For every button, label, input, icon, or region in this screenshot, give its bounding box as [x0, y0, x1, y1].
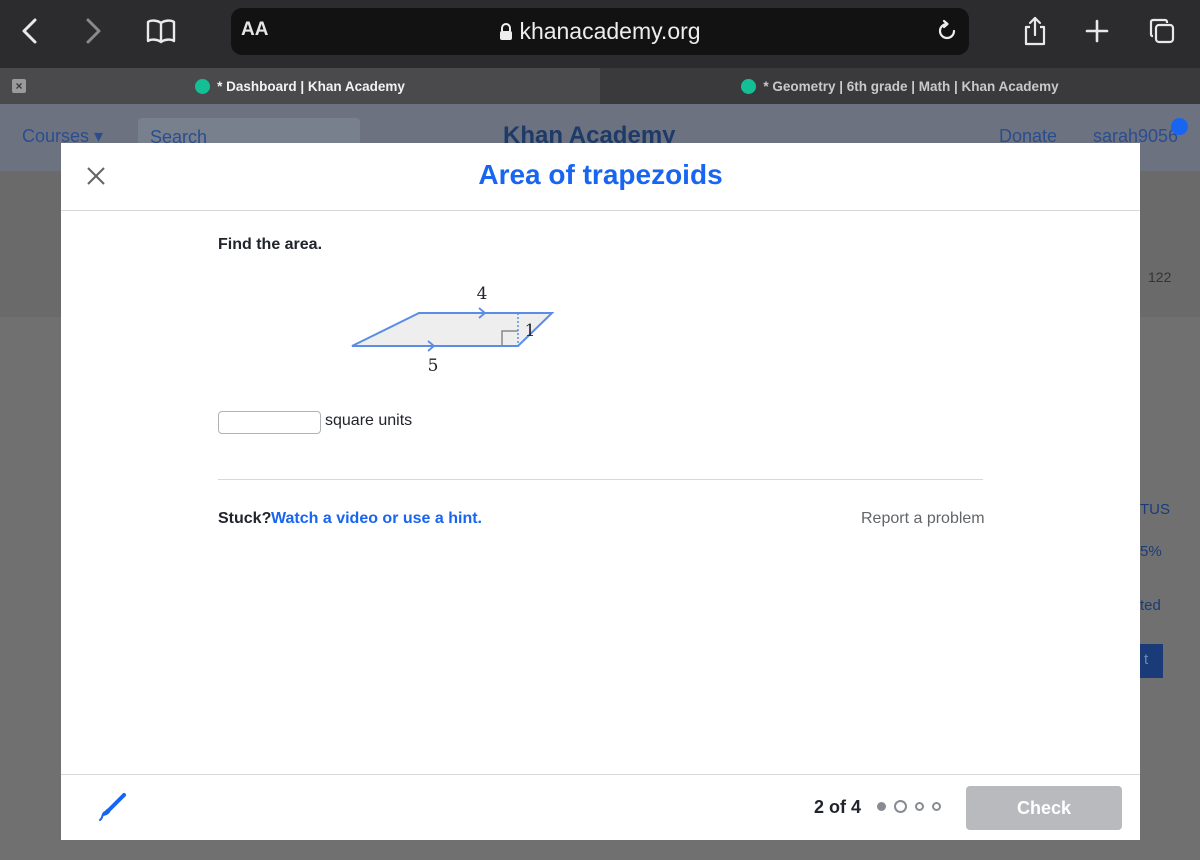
- tab-label: * Geometry | 6th grade | Math | Khan Aca…: [763, 78, 1059, 94]
- scratchpad-pencil-icon[interactable]: [97, 792, 127, 822]
- tab-label: * Dashboard | Khan Academy: [217, 78, 405, 94]
- modal-title: Area of trapezoids: [478, 159, 723, 190]
- units-label: square units: [325, 412, 413, 429]
- forward-icon[interactable]: [76, 14, 110, 48]
- stuck-label: Stuck?: [218, 510, 272, 527]
- progress-dot-3: [915, 802, 924, 811]
- progress-text: 2 of 4: [814, 797, 862, 817]
- back-icon[interactable]: [13, 14, 47, 48]
- tabs-overview-icon[interactable]: [1145, 14, 1179, 48]
- height-label: 1: [525, 321, 536, 341]
- side-fragment: TUS: [1140, 501, 1170, 518]
- browser-toolbar: AA khanacademy.org: [0, 0, 1200, 68]
- bookmarks-icon[interactable]: [144, 14, 178, 48]
- notification-dot: [1171, 118, 1188, 135]
- reload-icon[interactable]: [935, 19, 959, 43]
- side-button-fragment: t: [1140, 644, 1163, 678]
- points-count: 122: [1148, 269, 1172, 285]
- exercise-modal: Area of trapezoids Find the area. 4 5 1 …: [61, 143, 1140, 840]
- progress-dot-4: [932, 802, 941, 811]
- trapezoid-shape: [351, 312, 555, 347]
- new-tab-icon[interactable]: [1080, 14, 1114, 48]
- url-label: khanacademy.org: [519, 18, 701, 44]
- share-icon[interactable]: [1018, 14, 1052, 48]
- hint-link[interactable]: Watch a video or use a hint.: [271, 510, 482, 528]
- modal-footer: 2 of 4 Check: [61, 774, 1140, 840]
- tab-dashboard[interactable]: × * Dashboard | Khan Academy: [0, 68, 600, 104]
- divider: [218, 479, 983, 480]
- tab-bar: × * Dashboard | Khan Academy * Geometry …: [0, 68, 1200, 104]
- side-fragment: 5%: [1140, 543, 1162, 560]
- side-fragment: ted: [1140, 597, 1161, 614]
- trapezoid-figure: 4 5 1: [351, 284, 555, 376]
- tab-close-icon[interactable]: ×: [12, 79, 26, 93]
- address-bar[interactable]: AA khanacademy.org: [231, 8, 969, 55]
- top-base-label: 4: [477, 284, 488, 304]
- check-button[interactable]: Check: [966, 786, 1122, 830]
- progress-dots: [877, 800, 949, 813]
- url-text: khanacademy.org: [231, 18, 969, 47]
- khan-favicon-icon: [195, 78, 211, 94]
- report-problem-link[interactable]: Report a problem: [861, 510, 985, 528]
- tab-geometry[interactable]: * Geometry | 6th grade | Math | Khan Aca…: [600, 68, 1200, 104]
- bottom-base-label: 5: [428, 356, 439, 376]
- question-prompt: Find the area.: [218, 236, 323, 253]
- lock-icon: [499, 20, 513, 47]
- modal-header: Area of trapezoids: [61, 143, 1140, 211]
- progress-dot-2: [894, 800, 907, 813]
- khan-favicon-icon: [741, 78, 757, 94]
- progress-dot-1: [877, 802, 886, 811]
- answer-input[interactable]: [218, 411, 321, 434]
